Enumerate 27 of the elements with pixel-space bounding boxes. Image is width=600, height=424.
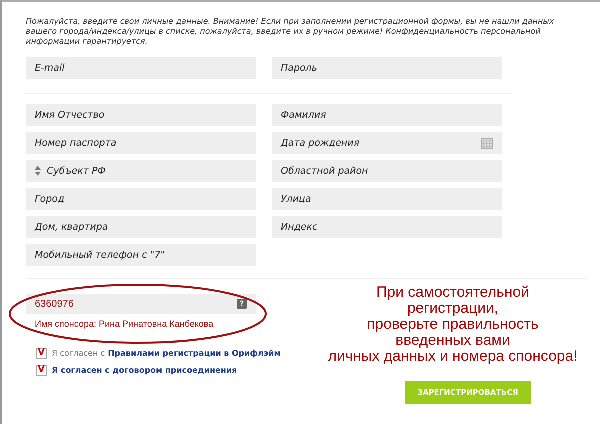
input-field[interactable]: Дом, квартира	[26, 216, 256, 238]
date-field[interactable]: Дата рождения	[272, 132, 502, 154]
input-field[interactable]: E-mail	[26, 57, 256, 79]
callout-text: регистрации,	[406, 301, 500, 317]
callout-text: При самостоятельной	[376, 285, 530, 301]
agreement-link[interactable]: Правилами регистрации в Орифлэйм	[108, 349, 281, 358]
agreement-label: Я согласен с	[52, 349, 106, 358]
input-field[interactable]: Областной район	[272, 160, 502, 182]
select-field[interactable]: Субъект РФ	[26, 160, 256, 182]
input-field[interactable]: Мобильный телефон с "7"	[26, 244, 256, 266]
checkbox[interactable]: V	[36, 348, 47, 359]
agreement-link[interactable]: Я согласен с договором присоединения	[52, 366, 238, 375]
sort-arrows-icon	[35, 166, 41, 176]
input-field[interactable]: Номер паспорта	[26, 132, 256, 154]
callout-text: введенных вами	[396, 333, 510, 349]
input-field[interactable]: Фамилия	[272, 104, 502, 126]
instructions-text: Пожалуйста, введите свои личные данные. Внимание! Если при заполнении регистрационной формы, вы не нашли данных вашего города/индекса/улицы в списке, пожалуйста, введите их в ручном режиме! Конфиденциальность персональной информации гарантируется.	[26, 17, 556, 47]
input-field[interactable]: Улица	[272, 188, 502, 210]
input-field[interactable]: Город	[26, 188, 256, 210]
calendar-icon[interactable]	[481, 138, 493, 148]
input-field[interactable]: Имя Отчество	[26, 104, 256, 126]
checkbox[interactable]: V	[36, 365, 47, 376]
input-field[interactable]: Пароль	[272, 57, 502, 79]
input-field[interactable]: Индекс	[272, 216, 502, 238]
sponsor-name-text: Имя спонсора: Рина Ринатовна Канбекова	[35, 319, 215, 329]
callout-text: личных данных и номера спонсора!	[328, 349, 578, 365]
callout-text: проверьте правильность	[366, 317, 540, 333]
